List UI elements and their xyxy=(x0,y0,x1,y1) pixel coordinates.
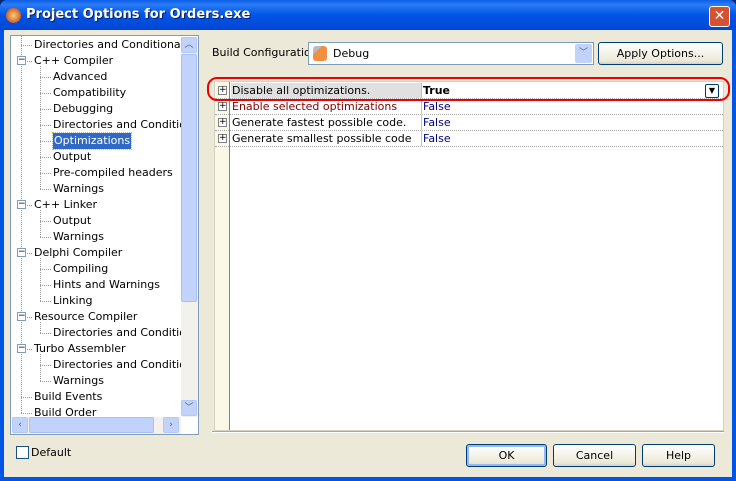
tree-line xyxy=(21,36,22,413)
property-name: Generate smallest possible code xyxy=(231,131,422,146)
horizontal-scrollbar[interactable]: ‹ › xyxy=(12,417,181,434)
collapse-icon[interactable]: − xyxy=(17,56,26,65)
tree-line xyxy=(40,237,51,238)
tree-item[interactable]: Hints and Warnings xyxy=(53,277,160,293)
tree-line xyxy=(40,333,51,334)
property-row[interactable]: + Generate smallest possible code False xyxy=(215,131,723,147)
property-row[interactable]: + Enable selected optimizations False xyxy=(215,99,723,115)
tree-item[interactable]: Advanced xyxy=(53,69,107,85)
expand-icon[interactable]: + xyxy=(218,118,227,127)
property-name: Enable selected optimizations xyxy=(231,99,422,114)
tree-item[interactable]: Compatibility xyxy=(53,85,126,101)
default-checkbox[interactable] xyxy=(16,446,29,459)
property-value[interactable]: False xyxy=(423,115,451,130)
tree-line xyxy=(40,189,51,190)
scroll-up-icon[interactable]: ︿ xyxy=(181,37,197,53)
tree-item[interactable]: Delphi Compiler xyxy=(34,245,122,261)
apply-options-button[interactable]: Apply Options... xyxy=(598,42,723,65)
tree-line xyxy=(40,157,51,158)
close-icon[interactable]: ✕ xyxy=(709,6,730,27)
tree-line xyxy=(40,210,41,237)
tree-line xyxy=(40,381,51,382)
vertical-scrollbar[interactable]: ︿ ﹀ xyxy=(181,37,198,417)
tree-line xyxy=(40,269,51,270)
tree-line xyxy=(40,354,41,381)
tree-line xyxy=(40,125,51,126)
property-value[interactable]: False xyxy=(423,99,451,114)
property-value[interactable]: False xyxy=(423,131,451,146)
window-title: Project Options for Orders.exe xyxy=(26,7,251,22)
scroll-down-icon[interactable]: ﹀ xyxy=(181,400,197,416)
chevron-down-icon[interactable]: ﹀ xyxy=(575,44,592,63)
tree-item[interactable]: Directories and Conditionals xyxy=(34,37,189,53)
value-dropdown-icon[interactable]: ▼ xyxy=(705,84,719,98)
dialog-body: Directories and Conditionals C++ Compiler… xyxy=(4,30,732,477)
tree-item[interactable]: Output xyxy=(53,149,91,165)
build-configuration-label: Build Configuration xyxy=(212,46,318,59)
tree-line xyxy=(40,322,41,333)
title-bar: Project Options for Orders.exe ✕ xyxy=(0,0,736,30)
tree-line xyxy=(40,221,51,222)
tree-item[interactable]: Optimizations xyxy=(51,132,133,150)
collapse-icon[interactable]: − xyxy=(17,344,26,353)
cancel-button[interactable]: Cancel xyxy=(553,444,636,467)
tree-line xyxy=(40,141,51,142)
scroll-left-icon[interactable]: ‹ xyxy=(12,417,28,433)
tree-line xyxy=(21,45,32,46)
tree-item[interactable]: Resource Compiler xyxy=(34,309,137,325)
tree-item[interactable]: Directories and Conditionals xyxy=(53,357,198,373)
tree-line xyxy=(40,301,51,302)
separator xyxy=(212,431,724,433)
tree-line xyxy=(40,109,51,110)
tree-line xyxy=(21,397,32,398)
property-name: Generate fastest possible code. xyxy=(231,115,422,130)
ok-button[interactable]: OK xyxy=(466,444,547,467)
expand-icon[interactable]: + xyxy=(218,134,227,143)
default-label: Default xyxy=(31,446,72,459)
expand-icon[interactable]: + xyxy=(218,102,227,111)
tree-item[interactable]: Turbo Assembler xyxy=(34,341,126,357)
build-configuration-select[interactable]: Debug ﹀ xyxy=(308,42,594,65)
property-grid[interactable]: + Disable all optimizations. True ▼ + Enable … xyxy=(214,81,724,431)
property-name: Disable all optimizations. xyxy=(231,83,422,98)
tree-item[interactable]: Directories and Conditionals xyxy=(53,325,198,341)
property-row[interactable]: + Generate fastest possible code. False xyxy=(215,115,723,131)
tree-item[interactable]: C++ Compiler xyxy=(34,53,113,69)
scroll-thumb[interactable] xyxy=(181,54,197,302)
scroll-right-icon[interactable]: › xyxy=(163,417,179,433)
tree-item[interactable]: Debugging xyxy=(53,101,113,117)
tree-line xyxy=(40,66,41,189)
tree-item[interactable]: Warnings xyxy=(53,373,104,389)
tree-item[interactable]: Pre-compiled headers xyxy=(53,165,173,181)
property-row[interactable]: + Disable all optimizations. True ▼ xyxy=(215,83,723,99)
tree-item[interactable]: Directories and Conditionals xyxy=(53,117,198,133)
tree-item[interactable]: Output xyxy=(53,213,91,229)
tree-line xyxy=(40,285,51,286)
help-button[interactable]: Help xyxy=(642,444,715,467)
tree-item[interactable]: Warnings xyxy=(53,181,104,197)
collapse-icon[interactable]: − xyxy=(17,200,26,209)
collapse-icon[interactable]: − xyxy=(17,248,26,257)
tree-line xyxy=(40,77,51,78)
tree-item[interactable]: Warnings xyxy=(53,229,104,245)
wrench-icon xyxy=(313,46,327,61)
options-tree[interactable]: Directories and Conditionals C++ Compiler… xyxy=(10,35,199,435)
tree-line xyxy=(40,365,51,366)
build-configuration-value: Debug xyxy=(333,47,370,60)
tree-line xyxy=(40,93,51,94)
hscroll-thumb[interactable] xyxy=(29,417,154,433)
tree-line xyxy=(40,258,41,301)
tree-item[interactable]: Compiling xyxy=(53,261,108,277)
collapse-icon[interactable]: − xyxy=(17,312,26,321)
tree-item[interactable]: C++ Linker xyxy=(34,197,97,213)
tree-line xyxy=(21,413,32,414)
tree-item[interactable]: Linking xyxy=(53,293,93,309)
property-value[interactable]: True xyxy=(423,83,450,98)
dialog-window: Project Options for Orders.exe ✕ Directo… xyxy=(0,0,736,481)
tree-item[interactable]: Build Events xyxy=(34,389,102,405)
tree-line xyxy=(40,173,51,174)
app-icon xyxy=(6,8,21,23)
expand-icon[interactable]: + xyxy=(218,86,227,95)
